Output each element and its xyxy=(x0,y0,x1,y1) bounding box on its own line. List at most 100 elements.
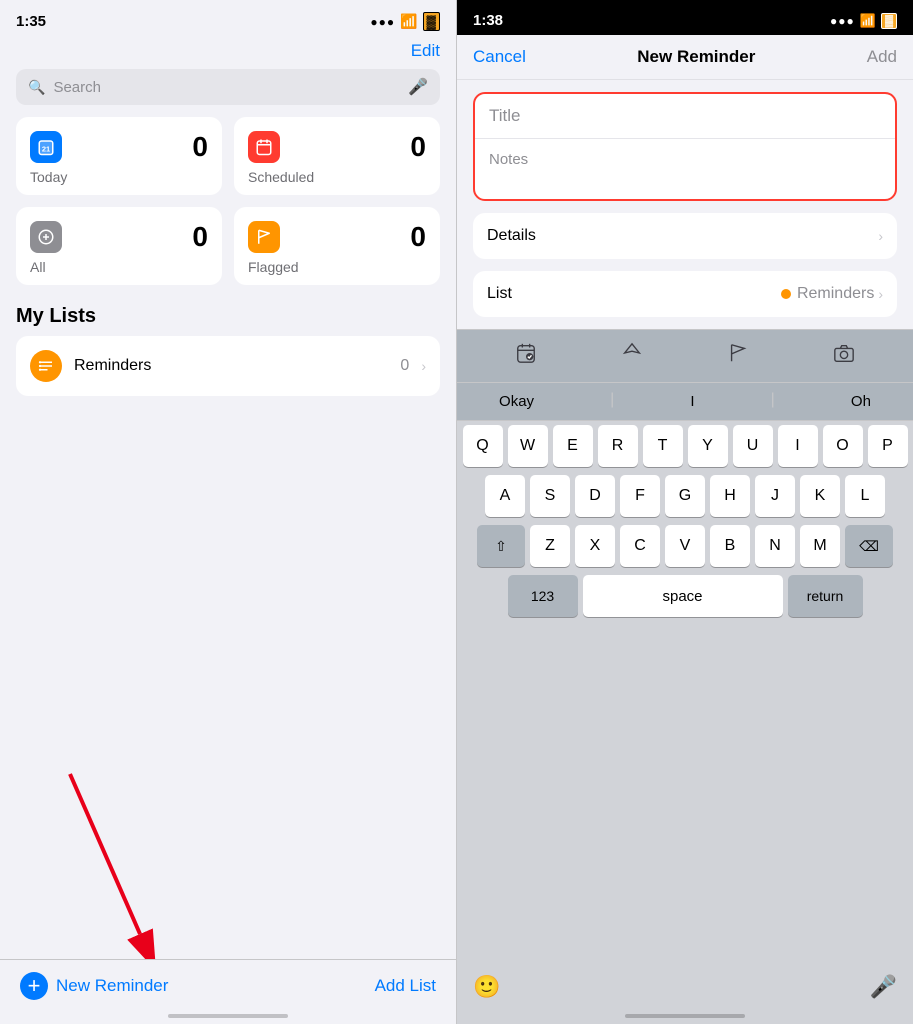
nav-bar: Cancel New Reminder Add xyxy=(457,35,913,80)
new-reminder-button[interactable]: + New Reminder xyxy=(20,972,168,1000)
wifi-icon-right: 📶 xyxy=(860,13,876,29)
card-flagged[interactable]: 0 Flagged xyxy=(234,207,440,285)
my-lists-header: My Lists xyxy=(0,297,456,336)
key-a[interactable]: A xyxy=(485,475,525,517)
key-s[interactable]: S xyxy=(530,475,570,517)
emoji-icon[interactable]: 🙂 xyxy=(473,974,500,1000)
today-count: 0 xyxy=(192,131,208,163)
key-i[interactable]: I xyxy=(778,425,818,467)
shift-key[interactable]: ⇧ xyxy=(477,525,525,567)
keyboard-calendar-icon[interactable] xyxy=(503,338,549,374)
home-indicator-right xyxy=(625,1014,745,1018)
key-y[interactable]: Y xyxy=(688,425,728,467)
svg-text:21: 21 xyxy=(42,145,50,154)
key-r[interactable]: R xyxy=(598,425,638,467)
key-q[interactable]: Q xyxy=(463,425,503,467)
wifi-icon-left: 📶 xyxy=(400,13,417,30)
signal-icon-right: ●●● xyxy=(830,14,855,28)
key-h[interactable]: H xyxy=(710,475,750,517)
nav-title: New Reminder xyxy=(637,47,755,67)
numbers-key[interactable]: 123 xyxy=(508,575,578,617)
key-g[interactable]: G xyxy=(665,475,705,517)
add-list-button[interactable]: Add List xyxy=(375,976,436,996)
card-today[interactable]: 21 0 Today xyxy=(16,117,222,195)
reminder-form: Title Notes xyxy=(473,92,897,201)
reminders-count: 0 xyxy=(400,357,409,375)
key-row-4: 123 space return xyxy=(461,575,909,617)
keyboard-area: Okay | I | Oh Q W E R T Y U I O P A xyxy=(457,329,913,1024)
edit-button[interactable]: Edit xyxy=(0,37,456,69)
key-z[interactable]: Z xyxy=(530,525,570,567)
right-panel: 1:38 ●●● 📶 ▓ Cancel New Reminder Add Tit… xyxy=(456,0,913,1024)
details-row[interactable]: Details › xyxy=(473,213,897,259)
arrow-area xyxy=(0,396,456,1024)
status-icons-left: ●●● 📶 ▓ xyxy=(370,12,440,31)
status-bar-right: 1:38 ●●● 📶 ▓ xyxy=(457,0,913,35)
key-c[interactable]: C xyxy=(620,525,660,567)
key-o[interactable]: O xyxy=(823,425,863,467)
search-placeholder: Search xyxy=(53,79,400,96)
today-icon: 21 xyxy=(30,131,62,163)
key-v[interactable]: V xyxy=(665,525,705,567)
keyboard-camera-icon[interactable] xyxy=(821,338,867,374)
home-indicator-left xyxy=(168,1014,288,1018)
list-row-right[interactable]: List Reminders › xyxy=(473,271,897,317)
key-p[interactable]: P xyxy=(868,425,908,467)
dictation-icon[interactable]: 🎤 xyxy=(870,974,897,1000)
list-name-right: Reminders xyxy=(797,285,874,303)
add-button[interactable]: Add xyxy=(867,47,897,67)
scheduled-icon xyxy=(248,131,280,163)
key-e[interactable]: E xyxy=(553,425,593,467)
status-time-left: 1:35 xyxy=(16,13,46,30)
key-d[interactable]: D xyxy=(575,475,615,517)
search-bar[interactable]: 🔍 Search 🎤 xyxy=(16,69,440,105)
space-key[interactable]: space xyxy=(583,575,783,617)
left-panel: 1:35 ●●● 📶 ▓ Edit 🔍 Search 🎤 21 xyxy=(0,0,456,1024)
backspace-key[interactable]: ⌫ xyxy=(845,525,893,567)
key-n[interactable]: N xyxy=(755,525,795,567)
keyboard-location-icon[interactable] xyxy=(609,338,655,374)
key-b[interactable]: B xyxy=(710,525,750,567)
mic-icon[interactable]: 🎤 xyxy=(408,77,428,97)
all-icon xyxy=(30,221,62,253)
prediction-oh[interactable]: Oh xyxy=(843,391,879,412)
all-label: All xyxy=(30,259,208,275)
card-all[interactable]: 0 All xyxy=(16,207,222,285)
prediction-i[interactable]: I xyxy=(682,391,702,412)
details-label: Details xyxy=(487,227,536,245)
reminders-icon xyxy=(30,350,62,382)
key-row-1: Q W E R T Y U I O P xyxy=(461,425,909,467)
key-l[interactable]: L xyxy=(845,475,885,517)
today-label: Today xyxy=(30,169,208,185)
flagged-count: 0 xyxy=(410,221,426,253)
key-f[interactable]: F xyxy=(620,475,660,517)
keyboard-bottom-icons: 🙂 🎤 xyxy=(457,966,913,1008)
all-count: 0 xyxy=(192,221,208,253)
card-scheduled[interactable]: 0 Scheduled xyxy=(234,117,440,195)
red-arrow xyxy=(40,764,190,964)
key-x[interactable]: X xyxy=(575,525,615,567)
new-reminder-label: New Reminder xyxy=(56,976,168,996)
list-chevron-right: › xyxy=(878,286,883,302)
reminders-list-row[interactable]: Reminders 0 › xyxy=(16,336,440,396)
key-k[interactable]: K xyxy=(800,475,840,517)
key-m[interactable]: M xyxy=(800,525,840,567)
key-j[interactable]: J xyxy=(755,475,795,517)
keyboard-toolbar xyxy=(457,329,913,382)
keyboard-rows: Q W E R T Y U I O P A S D F G H J K xyxy=(457,421,913,966)
flagged-icon xyxy=(248,221,280,253)
key-t[interactable]: T xyxy=(643,425,683,467)
prediction-okay[interactable]: Okay xyxy=(491,391,542,412)
key-w[interactable]: W xyxy=(508,425,548,467)
cancel-button[interactable]: Cancel xyxy=(473,47,526,67)
title-input[interactable]: Title xyxy=(475,94,895,139)
key-row-2: A S D F G H J K L xyxy=(461,475,909,517)
return-key[interactable]: return xyxy=(788,575,863,617)
key-u[interactable]: U xyxy=(733,425,773,467)
signal-icon-left: ●●● xyxy=(370,15,395,29)
notes-input[interactable]: Notes xyxy=(475,139,895,199)
details-chevron: › xyxy=(878,228,883,244)
status-time-right: 1:38 xyxy=(473,12,503,29)
keyboard-flag-icon[interactable] xyxy=(715,338,761,374)
scheduled-count: 0 xyxy=(410,131,426,163)
